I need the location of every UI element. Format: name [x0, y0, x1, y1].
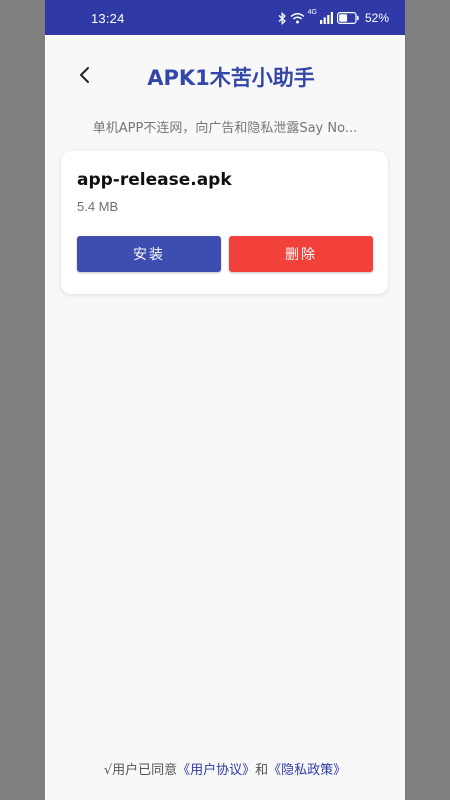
status-icons: 4G 52%: [278, 9, 389, 27]
signal-icon: [319, 12, 334, 24]
agreement-and: 和: [255, 763, 269, 778]
battery-icon: [336, 12, 359, 24]
status-bar: 13:24 4G 52%: [45, 0, 405, 35]
install-button[interactable]: 安装: [77, 236, 221, 272]
delete-button[interactable]: 删除: [229, 236, 373, 272]
file-card: app-release.apk 5.4 MB 安装 删除: [61, 151, 388, 294]
privacy-policy-link[interactable]: 《隐私政策》: [268, 763, 346, 778]
bluetooth-icon: [278, 11, 287, 25]
agreement-prefix: √用户已同意: [103, 763, 178, 778]
page-title: APK1木苦小助手: [147, 66, 315, 90]
agreement-text: √用户已同意《用户协议》和《隐私政策》: [45, 759, 405, 778]
file-size: 5.4 MB: [77, 199, 119, 214]
file-name: app-release.apk: [77, 170, 232, 190]
subtitle: 单机APP不连网，向广告和隐私泄露Say No...: [92, 121, 358, 136]
header: APK1木苦小助手: [45, 55, 405, 99]
wifi-icon: [290, 12, 305, 24]
status-time: 13:24: [91, 11, 125, 26]
battery-percent: 52%: [364, 11, 389, 25]
user-agreement-link[interactable]: 《用户协议》: [177, 763, 255, 778]
network-type-label: 4G: [307, 9, 317, 16]
phone-screen: 13:24 4G 52% APK1木苦小助手 单机APP不连网，向广告和隐私泄露…: [45, 0, 405, 800]
